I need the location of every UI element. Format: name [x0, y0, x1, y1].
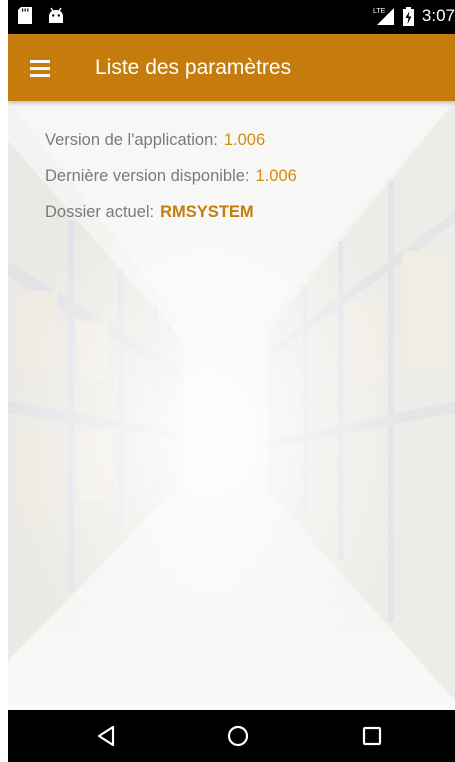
status-bar-left — [18, 7, 64, 24]
navigation-bar — [8, 710, 455, 762]
back-icon[interactable] — [93, 722, 121, 750]
latest-version-value: 1.006 — [255, 167, 297, 185]
device-frame: LTE 3:07 Liste des paramètres Version de… — [0, 0, 455, 762]
home-icon[interactable] — [224, 722, 252, 750]
status-time: 3:07 — [421, 6, 455, 25]
page-title: Liste des paramètres — [95, 56, 292, 79]
android-icon — [49, 7, 63, 23]
sd-card-icon — [18, 7, 32, 24]
latest-version-label: Dernière version disponible: — [45, 167, 250, 185]
app-bar: Liste des paramètres — [8, 34, 455, 101]
hamburger-menu-icon[interactable] — [26, 54, 54, 82]
settings-content: Version de l'application: 1.006 Dernière … — [8, 101, 455, 710]
app-version-value: 1.006 — [223, 131, 266, 149]
current-folder-value: RMSYSTEM — [160, 203, 254, 221]
app-version-row: Version de l'application: 1.006 — [45, 129, 297, 165]
current-folder-label: Dossier actuel: — [45, 203, 155, 221]
lte-signal-icon: LTE — [373, 8, 394, 25]
app-version-label: Version de l'application: — [45, 131, 218, 149]
settings-info: Version de l'application: 1.006 Dernière … — [45, 129, 297, 237]
current-folder-row: Dossier actuel: RMSYSTEM — [45, 201, 297, 237]
battery-charging-icon — [402, 6, 414, 26]
svg-text:LTE: LTE — [373, 8, 386, 15]
screen: LTE 3:07 Liste des paramètres Version de… — [8, 0, 455, 762]
latest-version-row: Dernière version disponible: 1.006 — [45, 165, 297, 201]
status-bar-right: LTE 3:07 — [373, 6, 455, 26]
status-bar: LTE 3:07 — [8, 0, 455, 34]
recents-icon[interactable] — [358, 722, 386, 750]
